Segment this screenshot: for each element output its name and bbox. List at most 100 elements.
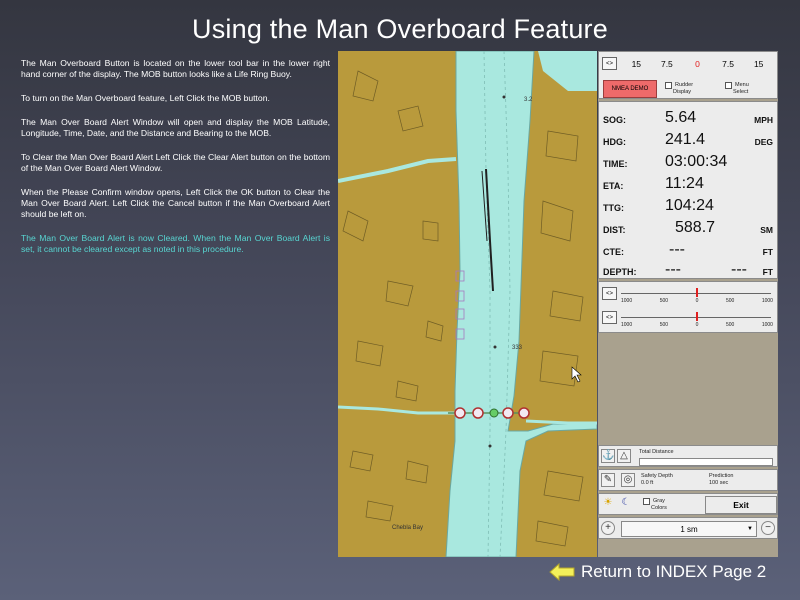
row-unit: SM xyxy=(760,225,773,235)
menu-select-checkbox[interactable]: Menu Select xyxy=(725,82,749,95)
navigation-data-box: SOG: 5.64 MPH HDG: 241.4 DEG TIME: 03:00… xyxy=(598,101,778,279)
nmea-demo-button[interactable]: NMEA DEMO xyxy=(603,80,657,98)
slider-toggle-button[interactable]: <> xyxy=(602,287,617,300)
row-label: TIME: xyxy=(603,159,628,169)
data-row-depth: DEPTH: --- --- FT xyxy=(599,258,777,280)
prediction-value[interactable]: 100 sec xyxy=(709,480,728,487)
data-row-cte: CTE: --- FT xyxy=(599,238,777,260)
triangle-icon[interactable]: △ xyxy=(617,449,631,463)
zoom-select[interactable]: 1 sm ▼ xyxy=(621,521,757,537)
checkbox-icon xyxy=(643,498,650,505)
row-value: --- xyxy=(731,261,747,278)
row-value: 5.64 xyxy=(665,109,697,126)
row-label: SOG: xyxy=(603,115,627,125)
scale-tick: 7.5 xyxy=(660,58,673,69)
instrument-panel: <> 15 7.5 0 7.5 15 NMEA DEMO Rudder Disp… xyxy=(598,51,778,557)
instruction-paragraph: To Clear the Man Over Board Alert Left C… xyxy=(21,152,330,173)
moon-icon[interactable]: ☾ xyxy=(619,497,633,511)
creek xyxy=(525,419,597,425)
instruction-paragraph: When the Please Confirm window opens, Le… xyxy=(21,187,330,219)
scale-tick: 0 xyxy=(695,58,700,69)
instruction-note: The Man Over Board Alert is now Cleared.… xyxy=(21,233,330,254)
row-label: CTE: xyxy=(603,247,624,257)
safety-depth-label: Safety Depth xyxy=(641,473,673,479)
slider-labels: 1000 500 0 500 1000 xyxy=(621,298,773,304)
row-unit: FT xyxy=(762,267,773,277)
data-row-time: TIME: 03:00:34 xyxy=(599,150,777,172)
ruler-icon[interactable]: ✎ xyxy=(601,473,615,487)
scale-tick: 15 xyxy=(753,58,764,69)
instruction-paragraph: The Man Over Board Alert Window will ope… xyxy=(21,117,330,138)
row-label: TTG: xyxy=(603,203,624,213)
toolbar-row-4: + 1 sm ▼ − xyxy=(598,517,778,539)
data-row-sog: SOG: 5.64 MPH xyxy=(599,106,777,128)
nautical-chart-map[interactable]: 3.2 333 Chebla Bay xyxy=(338,51,597,557)
row-unit: DEG xyxy=(754,137,773,147)
zoom-value: 1 sm xyxy=(680,524,698,534)
slider-marker xyxy=(696,288,698,297)
checkbox-label: Select xyxy=(733,89,749,95)
exit-button[interactable]: Exit xyxy=(705,496,777,514)
row-value: 104:24 xyxy=(665,197,714,214)
slider-toggle-button[interactable]: <> xyxy=(602,311,617,324)
checkbox-label: Menu xyxy=(735,82,749,88)
return-link-label: Return to INDEX Page 2 xyxy=(581,562,767,581)
scale-tick: 7.5 xyxy=(722,58,734,69)
row-value: --- xyxy=(665,261,681,278)
slider[interactable]: <> 1000 500 0 500 1000 xyxy=(599,284,777,306)
mob-life-ring-icon[interactable]: ◎ xyxy=(621,473,635,487)
scale-tick: 15 xyxy=(631,58,642,69)
prediction-label: Prediction xyxy=(709,473,734,479)
rudder-scale: <> 15 7.5 0 7.5 15 xyxy=(602,56,774,71)
instruction-paragraph: The Man Overboard Button is located on t… xyxy=(21,58,330,79)
return-to-index-link[interactable]: Return to INDEX Page 2 xyxy=(549,562,766,582)
zoom-in-icon[interactable]: + xyxy=(601,521,615,535)
chart-drawing: 3.2 333 Chebla Bay xyxy=(338,51,597,557)
water-patch xyxy=(538,51,597,91)
scale-toggle-button[interactable]: <> xyxy=(602,57,617,70)
rudder-display-checkbox[interactable]: Rudder Display xyxy=(665,82,693,95)
zoom-out-icon[interactable]: − xyxy=(761,521,775,535)
gray-colors-checkbox[interactable]: Gray Colors xyxy=(643,498,667,511)
anchor-icon[interactable]: ⚓ xyxy=(601,449,615,463)
creek xyxy=(338,405,456,415)
total-distance-label: Total Distance xyxy=(639,449,674,455)
left-arrow-icon xyxy=(549,563,575,581)
row-value: 588.7 xyxy=(675,219,716,236)
page-title: Using the Man Overboard Feature xyxy=(192,14,608,44)
cross-track-slider-box: <> 1000 500 0 500 1000 <> 1000 500 0 500 1000 xyxy=(598,281,778,333)
depth-label: 333 xyxy=(512,345,523,351)
checkbox-label: Rudder xyxy=(675,82,694,88)
row-label: ETA: xyxy=(603,181,624,191)
checkbox-icon xyxy=(665,82,672,89)
lower-toolbar: ⚓ △ Total Distance ✎ ◎ Safety Depth 0.0 … xyxy=(598,445,778,557)
checkbox-label: Colors xyxy=(651,505,667,511)
data-row-dist: DIST: 588.7 SM xyxy=(599,216,777,238)
checkbox-label: Display xyxy=(673,89,692,95)
place-label: Chebla Bay xyxy=(392,525,423,531)
checkbox-label: Gray xyxy=(653,498,665,504)
row-label: DEPTH: xyxy=(603,267,637,277)
instruction-paragraph: To turn on the Man Overboard feature, Le… xyxy=(21,93,270,103)
sun-icon[interactable]: ☀ xyxy=(601,497,615,511)
slider[interactable]: <> 1000 500 0 500 1000 xyxy=(599,308,777,330)
slider-labels: 1000 500 0 500 1000 xyxy=(621,322,773,328)
row-label: DIST: xyxy=(603,225,626,235)
row-value: --- xyxy=(669,241,685,258)
chevron-down-icon: ▼ xyxy=(747,526,753,532)
row-unit: FT xyxy=(762,247,773,257)
toolbar-row-1: ⚓ △ Total Distance xyxy=(598,445,778,467)
instructions-text: The Man Overboard Button is located on t… xyxy=(21,58,330,268)
row-label: HDG: xyxy=(603,137,626,147)
row-value: 241.4 xyxy=(665,131,706,148)
data-row-hdg: HDG: 241.4 DEG xyxy=(599,128,777,150)
slider-marker xyxy=(696,312,698,321)
data-row-ttg: TTG: 104:24 xyxy=(599,194,777,216)
river-water xyxy=(445,51,597,557)
safety-depth-value[interactable]: 0.0 ft xyxy=(641,480,653,487)
row-value: 11:24 xyxy=(665,175,704,192)
data-row-eta: ETA: 11:24 xyxy=(599,172,777,194)
row-value: 03:00:34 xyxy=(665,153,728,170)
toolbar-row-2: ✎ ◎ Safety Depth 0.0 ft Prediction 100 s… xyxy=(598,469,778,491)
checkbox-icon xyxy=(725,82,732,89)
